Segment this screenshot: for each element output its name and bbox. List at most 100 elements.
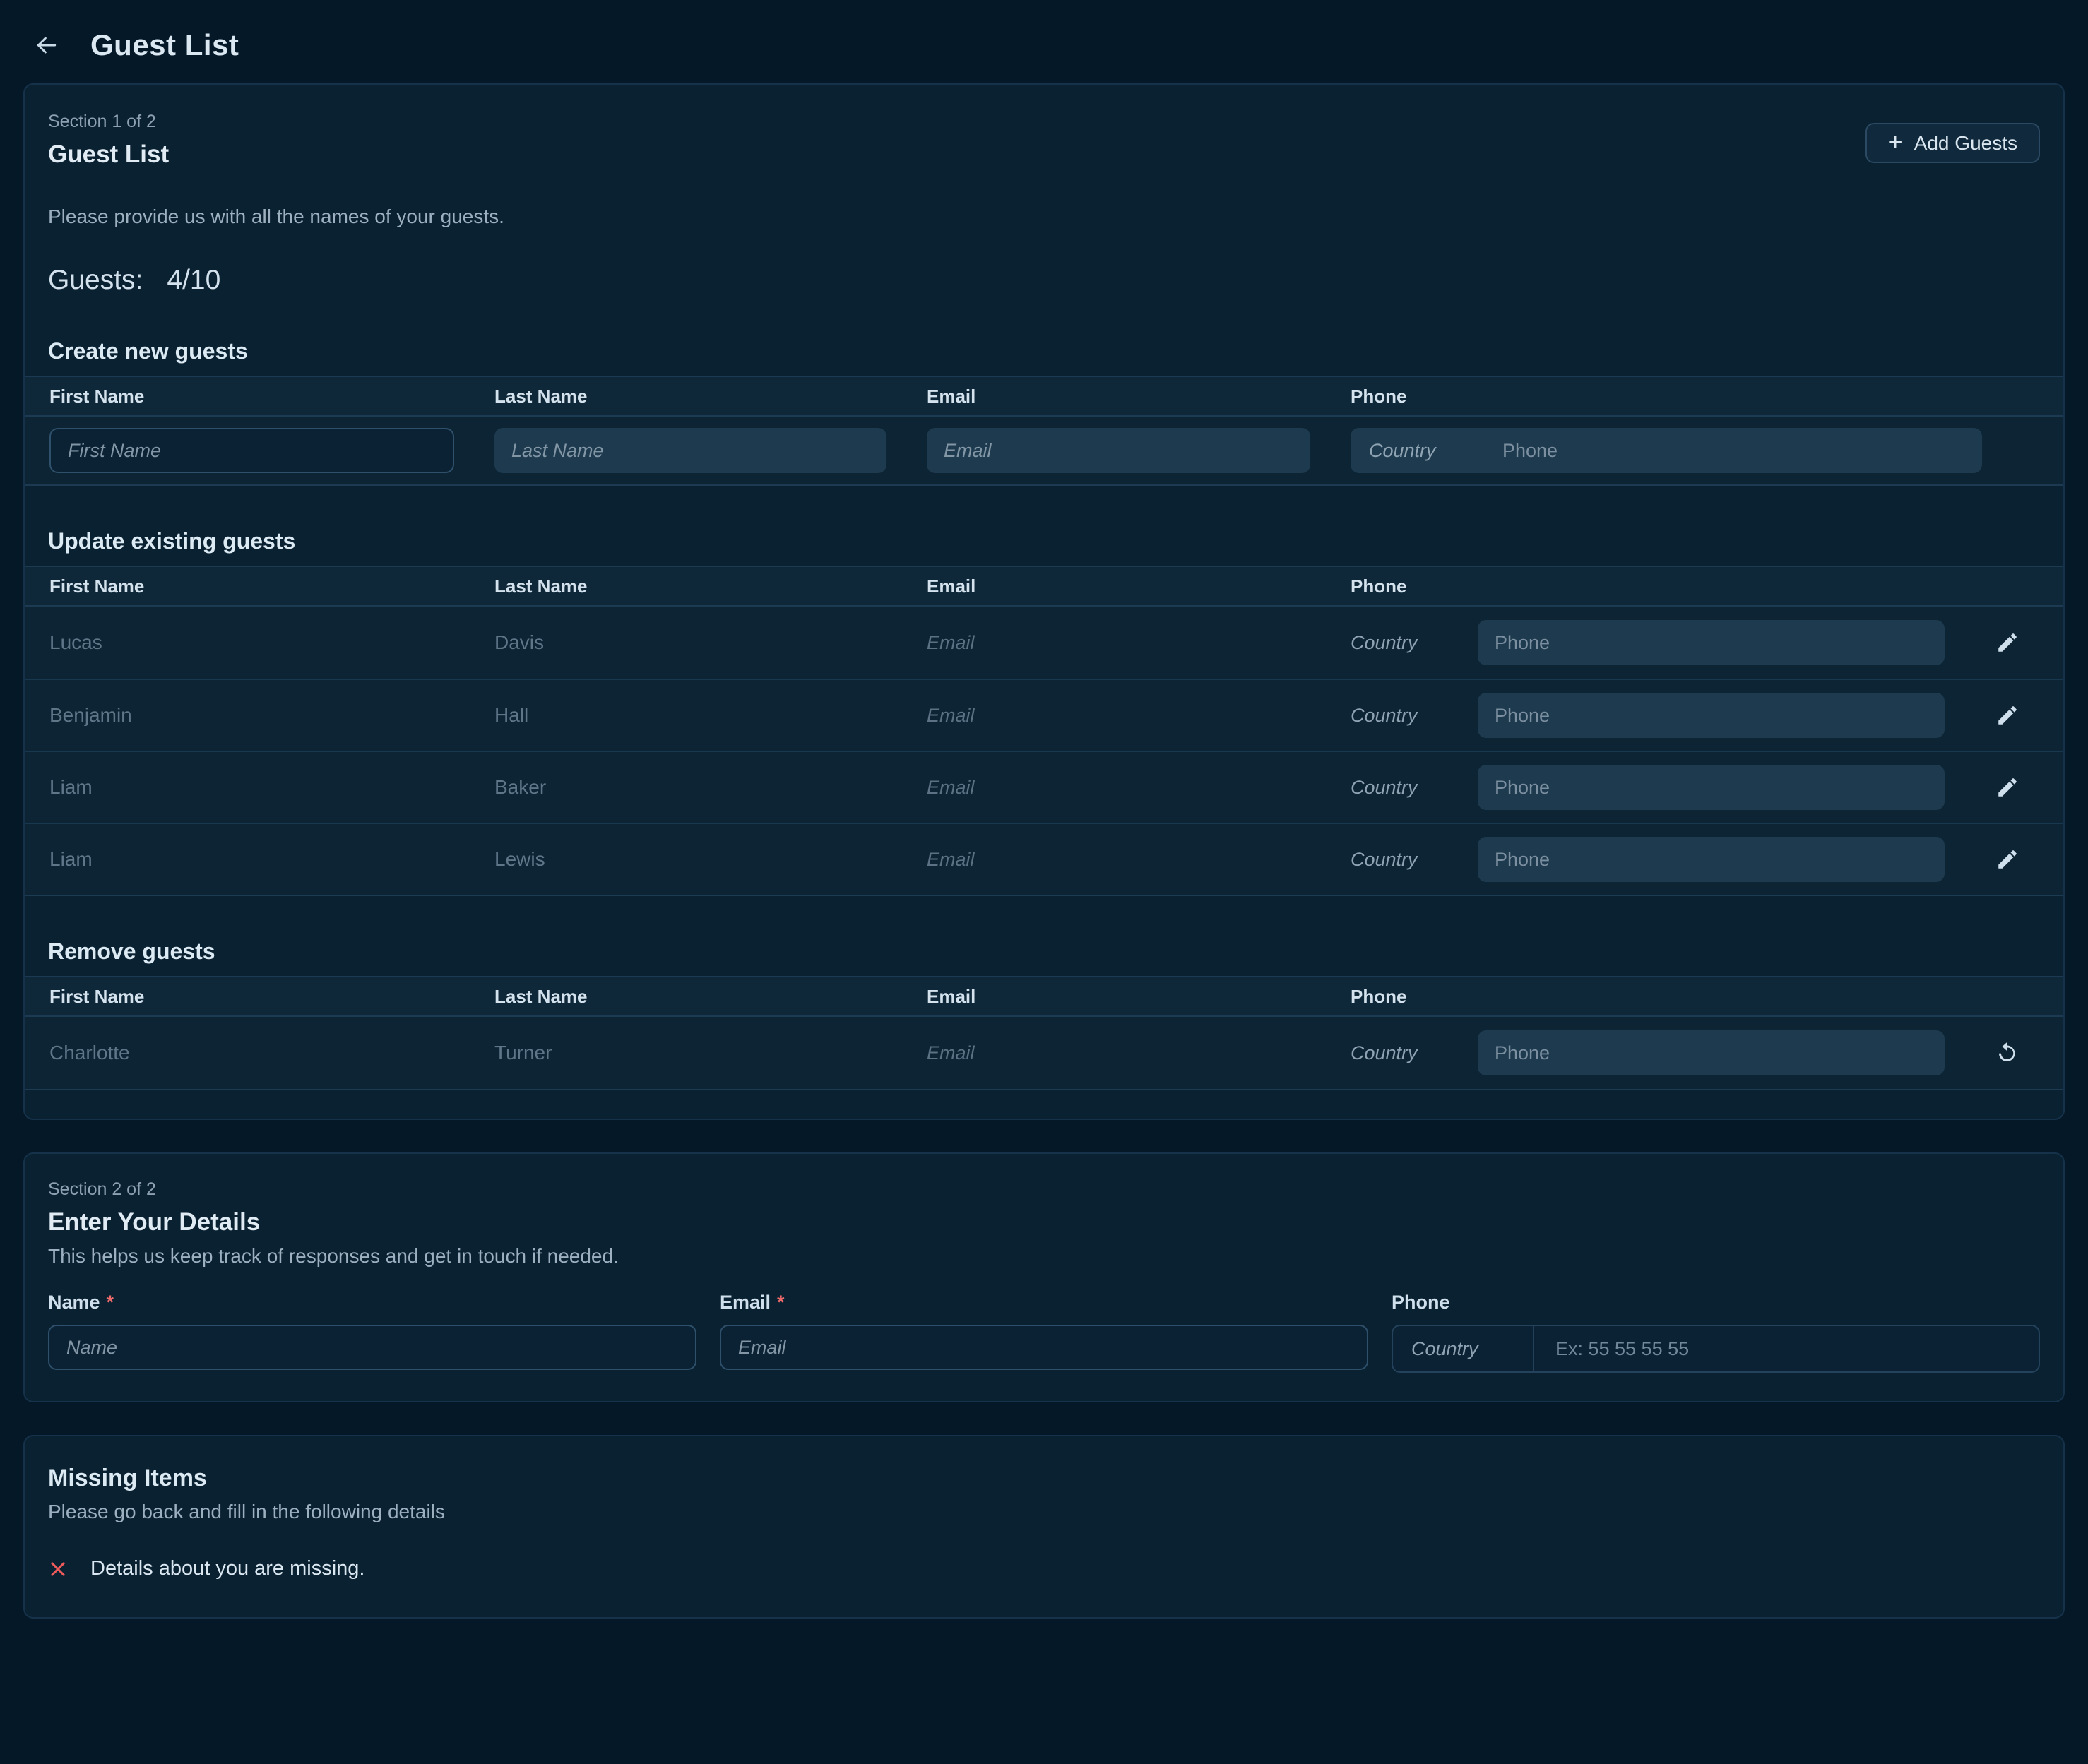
update-table-header: First Name Last Name Email Phone [25, 567, 2063, 607]
section1-title: Guest List [48, 141, 169, 169]
update-guest-row: Liam Baker Email Country [25, 751, 2063, 823]
guest-email-placeholder: Email [902, 632, 1326, 654]
col-last-name: Last Name [470, 386, 902, 407]
guest-country-placeholder[interactable]: Country [1326, 632, 1478, 654]
x-mark-icon [48, 1559, 68, 1579]
guest-phone-input[interactable] [1478, 1030, 1945, 1075]
guest-email-placeholder: Email [902, 705, 1326, 727]
col-email: Email [902, 576, 1326, 597]
remove-guests-heading: Remove guests [25, 938, 2063, 965]
back-button[interactable] [28, 27, 65, 64]
phone-placeholder[interactable]: Ex: 55 55 55 55 [1534, 1338, 1689, 1360]
name-field-group: Name * [48, 1292, 696, 1373]
phone-input-group[interactable]: Country Ex: 55 55 55 55 [1392, 1325, 2040, 1373]
pencil-icon [1995, 703, 2019, 727]
arrow-left-icon [32, 31, 61, 59]
name-input[interactable] [48, 1325, 696, 1370]
top-header: Guest List [0, 0, 2088, 83]
new-phone-input-group[interactable]: Country Phone [1351, 428, 1982, 473]
new-email-input[interactable] [927, 428, 1310, 473]
guest-phone-input[interactable] [1478, 693, 1945, 738]
country-select[interactable]: Country [1393, 1326, 1534, 1371]
email-field-group: Email * [720, 1292, 1368, 1373]
guest-phone-input[interactable] [1478, 765, 1945, 810]
guests-count: 4/10 [167, 265, 220, 295]
section2-kicker: Section 2 of 2 [48, 1179, 2040, 1200]
guest-country-placeholder[interactable]: Country [1326, 705, 1478, 727]
undo-icon [1995, 1040, 2020, 1066]
col-phone: Phone [1326, 386, 1952, 407]
new-last-name-input[interactable] [494, 428, 886, 473]
guests-label: Guests: [48, 265, 143, 295]
guest-country-placeholder[interactable]: Country [1326, 1042, 1478, 1064]
guest-first-name: Liam [25, 776, 470, 799]
phone-field-group: Phone Country Ex: 55 55 55 55 [1392, 1292, 2040, 1373]
guest-phone-cell: Country [1326, 824, 1952, 895]
new-country-placeholder[interactable]: Country [1351, 440, 1502, 462]
name-label-text: Name [48, 1292, 100, 1313]
guest-phone-cell: Country [1326, 680, 1952, 751]
phone-label-text: Phone [1392, 1292, 1450, 1313]
remove-guests-table: First Name Last Name Email Phone Charlot… [25, 976, 2063, 1090]
col-phone: Phone [1326, 576, 1952, 597]
guest-phone-input[interactable] [1478, 837, 1945, 882]
update-guests-table: First Name Last Name Email Phone Lucas D… [25, 566, 2063, 896]
guest-last-name: Lewis [470, 848, 902, 871]
required-asterisk: * [107, 1292, 114, 1313]
section1-header-text: Section 1 of 2 Guest List [48, 112, 169, 169]
add-guests-button[interactable]: + Add Guests [1865, 123, 2040, 163]
guest-email-placeholder: Email [902, 777, 1326, 799]
col-email: Email [902, 386, 1326, 407]
guest-first-name: Lucas [25, 631, 470, 654]
edit-guest-button[interactable] [1952, 752, 2063, 823]
remove-table-header: First Name Last Name Email Phone [25, 977, 2063, 1017]
guest-last-name: Baker [470, 776, 902, 799]
update-guest-row: Lucas Davis Email Country [25, 607, 2063, 679]
page-title: Guest List [90, 28, 239, 62]
missing-item: Details about you are missing. [48, 1557, 2040, 1580]
pencil-icon [1995, 775, 2019, 799]
col-first-name: First Name [25, 386, 470, 407]
remove-guest-row: Charlotte Turner Email Country [25, 1017, 2063, 1089]
guest-first-name: Charlotte [25, 1042, 470, 1064]
section2-title: Enter Your Details [48, 1208, 2040, 1236]
name-label: Name * [48, 1292, 696, 1313]
col-first-name: First Name [25, 576, 470, 597]
guest-last-name: Davis [470, 631, 902, 654]
col-first-name: First Name [25, 986, 470, 1008]
guest-last-name: Turner [470, 1042, 902, 1064]
guests-counter: Guests: 4/10 [25, 265, 2063, 296]
details-form: Name * Email * Phone Country Ex: 55 55 5 [48, 1292, 2040, 1373]
create-guests-table: First Name Last Name Email Phone Country… [25, 376, 2063, 486]
pencil-icon [1995, 847, 2019, 871]
phone-label: Phone [1392, 1292, 2040, 1313]
edit-guest-button[interactable] [1952, 824, 2063, 895]
email-input[interactable] [720, 1325, 1368, 1370]
create-table-header: First Name Last Name Email Phone [25, 377, 2063, 417]
email-label-text: Email [720, 1292, 771, 1313]
plus-icon: + [1888, 129, 1903, 155]
missing-items-subtitle: Please go back and fill in the following… [48, 1501, 2040, 1523]
create-guest-row: Country Phone [25, 417, 2063, 484]
guest-phone-cell: Country [1326, 752, 1952, 823]
section2-card: Section 2 of 2 Enter Your Details This h… [23, 1152, 2065, 1402]
guest-phone-input[interactable] [1478, 620, 1945, 665]
guest-last-name: Hall [470, 704, 902, 727]
pencil-icon [1995, 631, 2019, 655]
new-first-name-input[interactable] [49, 428, 454, 473]
col-phone: Phone [1326, 986, 1952, 1008]
restore-guest-button[interactable] [1952, 1017, 2063, 1089]
guest-country-placeholder[interactable]: Country [1326, 777, 1478, 799]
edit-guest-button[interactable] [1952, 680, 2063, 751]
required-asterisk: * [777, 1292, 785, 1313]
guest-phone-cell: Country [1326, 607, 1952, 679]
edit-guest-button[interactable] [1952, 607, 2063, 679]
missing-item-text: Details about you are missing. [90, 1557, 364, 1580]
update-guests-heading: Update existing guests [25, 528, 2063, 554]
col-last-name: Last Name [470, 576, 902, 597]
section1-kicker: Section 1 of 2 [48, 112, 169, 132]
new-phone-placeholder[interactable]: Phone [1502, 440, 1558, 462]
guest-country-placeholder[interactable]: Country [1326, 849, 1478, 871]
col-last-name: Last Name [470, 986, 902, 1008]
update-guest-row: Benjamin Hall Email Country [25, 679, 2063, 751]
